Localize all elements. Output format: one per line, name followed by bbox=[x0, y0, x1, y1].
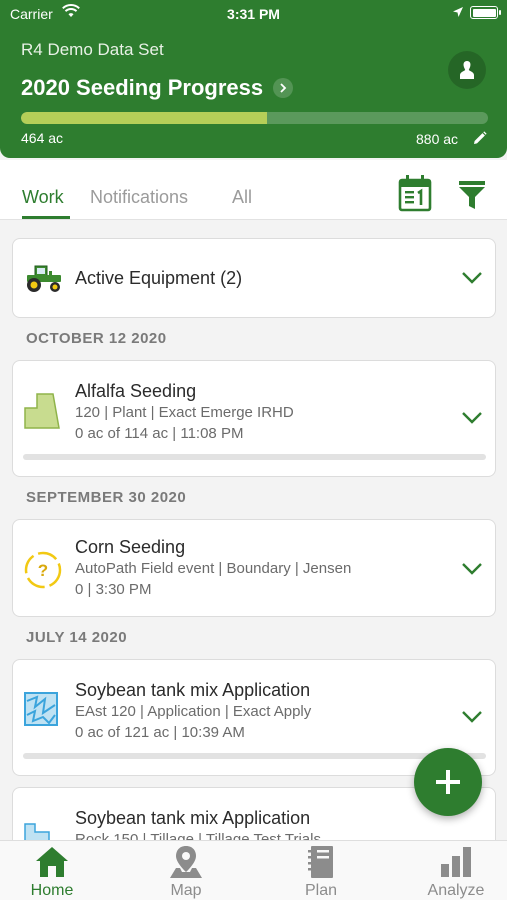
home-icon bbox=[34, 844, 70, 880]
chevron-down-icon[interactable] bbox=[461, 710, 483, 729]
question-icon: ? bbox=[23, 550, 63, 595]
field-boundary-icon bbox=[23, 820, 53, 840]
activity-details: EAst 120 | Application | Exact Apply bbox=[75, 703, 312, 720]
tab-work[interactable]: Work bbox=[22, 187, 64, 208]
profile-button[interactable] bbox=[448, 51, 486, 89]
activity-title: Alfalfa Seeding bbox=[75, 381, 197, 401]
active-equipment-label: Active Equipment (2) bbox=[75, 268, 243, 288]
nav-label: Home bbox=[30, 882, 74, 899]
plus-icon bbox=[436, 770, 460, 794]
field-boundary-icon bbox=[23, 392, 61, 435]
nav-label: Map bbox=[170, 882, 202, 899]
activity-details: Rock 150 | Tillage | Tillage Test Trials bbox=[75, 831, 321, 840]
progress-total-label: 880 ac bbox=[416, 131, 459, 147]
date-header: OCTOBER 12 2020 bbox=[26, 330, 167, 347]
date-header: JULY 14 2020 bbox=[26, 629, 128, 646]
seeding-progress-fill bbox=[21, 112, 268, 124]
chevron-down-icon[interactable] bbox=[461, 562, 483, 581]
calendar-icon[interactable] bbox=[398, 174, 432, 217]
activity-title: Soybean tank mix Application bbox=[75, 680, 311, 700]
activity-progress-text: 0 ac of 114 ac | 11:08 PM bbox=[75, 425, 244, 442]
nav-label: Analyze bbox=[427, 882, 485, 899]
notebook-icon bbox=[303, 844, 339, 880]
dataset-name[interactable]: R4 Demo Data Set bbox=[21, 40, 164, 60]
active-tab-indicator bbox=[22, 216, 70, 219]
activity-title: Soybean tank mix Application bbox=[75, 808, 311, 828]
tab-notifications[interactable]: Notifications bbox=[90, 187, 188, 208]
battery-icon bbox=[470, 6, 501, 19]
pencil-icon[interactable] bbox=[472, 131, 487, 151]
activity-details: AutoPath Field event | Boundary | Jensen bbox=[75, 560, 352, 577]
svg-text:?: ? bbox=[38, 561, 48, 580]
activity-details: 120 | Plant | Exact Emerge IRHD bbox=[75, 404, 294, 421]
map-pin-icon bbox=[168, 844, 204, 880]
nav-home[interactable]: Home bbox=[0, 841, 115, 900]
filter-icon[interactable] bbox=[458, 180, 486, 215]
nav-plan[interactable]: Plan bbox=[258, 841, 384, 900]
chevron-down-icon[interactable] bbox=[461, 411, 483, 430]
season-title-button[interactable]: 2020 Seeding Progress bbox=[21, 75, 294, 101]
clock: 3:31 PM bbox=[227, 6, 280, 22]
nav-label: Plan bbox=[304, 882, 338, 899]
status-bar: Carrier 3:31 PM bbox=[0, 0, 507, 28]
activity-progress-bar bbox=[23, 454, 486, 460]
activity-card-alfalfa-seeding[interactable]: Alfalfa Seeding 120 | Plant | Exact Emer… bbox=[12, 360, 496, 477]
bar-chart-icon bbox=[438, 844, 474, 880]
nav-map[interactable]: Map bbox=[123, 841, 249, 900]
tab-all[interactable]: All bbox=[232, 187, 252, 208]
progress-completed-label: 464 ac bbox=[21, 130, 64, 146]
application-map-icon bbox=[23, 691, 59, 732]
add-button[interactable] bbox=[414, 748, 482, 816]
seeding-progress-bar bbox=[21, 112, 488, 124]
activity-progress-text: 0 ac of 121 ac | 10:39 AM bbox=[75, 724, 245, 741]
activity-card-corn-seeding[interactable]: ? Corn Seeding AutoPath Field event | Bo… bbox=[12, 519, 496, 617]
activity-progress-bar bbox=[23, 753, 486, 759]
bottom-nav: Home Map Plan Analyze bbox=[0, 840, 507, 900]
chevron-down-icon[interactable] bbox=[461, 271, 483, 290]
activity-title: Corn Seeding bbox=[75, 537, 186, 557]
nav-analyze[interactable]: Analyze bbox=[393, 841, 507, 900]
user-icon bbox=[460, 61, 474, 79]
date-header: SEPTEMBER 30 2020 bbox=[26, 489, 187, 506]
location-arrow-icon bbox=[452, 5, 464, 21]
chevron-right-icon bbox=[273, 78, 294, 98]
page-title: 2020 Seeding Progress bbox=[21, 75, 264, 100]
tractor-icon bbox=[23, 263, 65, 298]
work-feed[interactable]: Active Equipment (2) OCTOBER 12 2020 Alf… bbox=[0, 221, 507, 840]
activity-progress-text: 0 | 3:30 PM bbox=[75, 581, 152, 598]
header: Carrier 3:31 PM R4 Demo Data Set 2020 Se… bbox=[0, 0, 507, 158]
active-equipment-card[interactable]: Active Equipment (2) bbox=[12, 238, 496, 318]
